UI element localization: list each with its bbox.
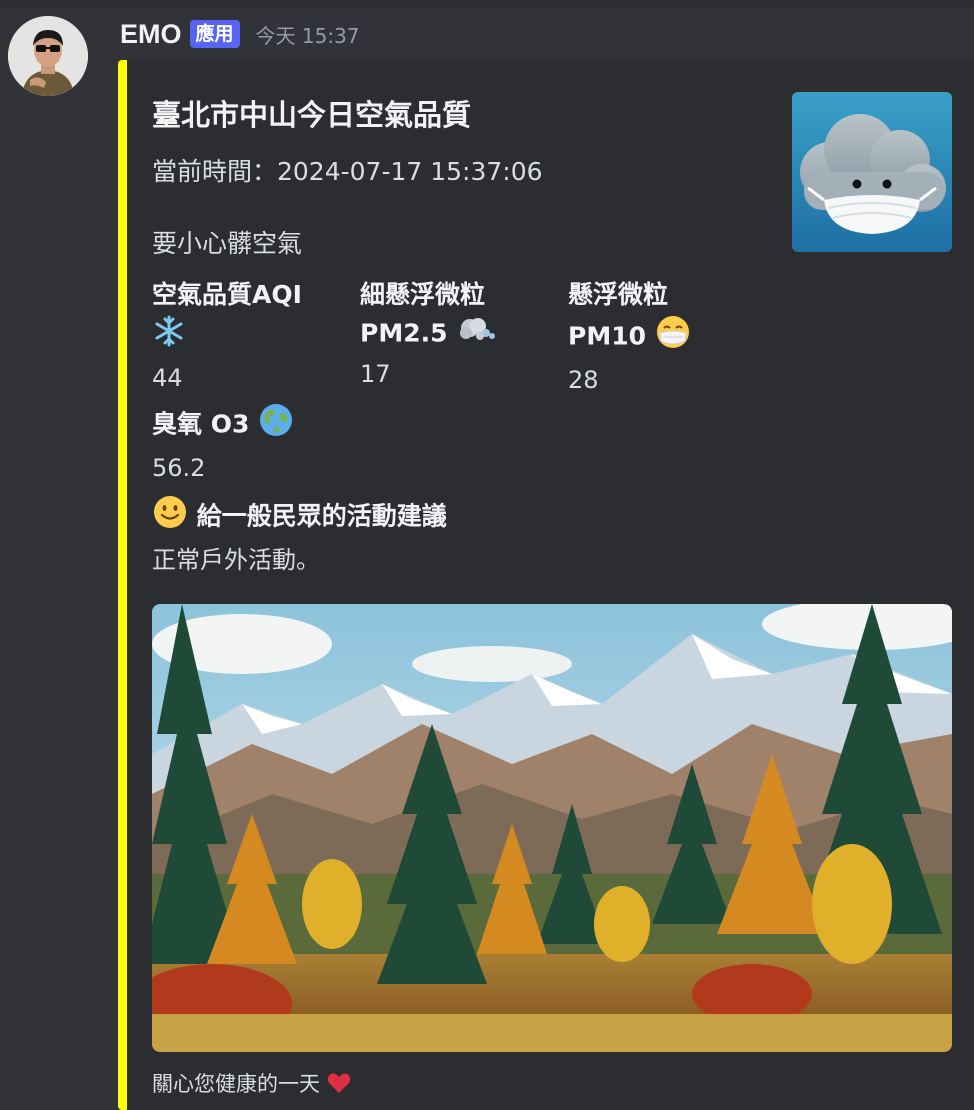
field-o3-name: 臭氧 O3 [152,409,250,439]
masked-cloud-icon[interactable] [792,92,952,252]
field-pm25-name-row: PM2.5 [360,314,496,355]
message-timestamp[interactable]: 今天 15:37 [256,20,360,49]
username[interactable]: EMO [120,19,182,50]
embed-current-time: 當前時間：2024-07-17 15:37:06 [152,157,543,186]
avatar[interactable] [8,16,88,96]
embed-accent-bar [118,60,127,1110]
field-pm10-name-line2: PM10 [568,321,646,351]
field-pm25-name-line1: 細懸浮微粒 [360,280,486,309]
heart-icon [327,1072,351,1099]
message-header: EMO 應用 今天 15:37 [120,14,360,54]
field-pm10-name-line1: 懸浮微粒 [568,280,669,309]
field-aqi-icon-row [152,314,302,359]
embed-card: 臺北市中山今日空氣品質 當前時間：2024-07-17 15:37:06 要小心… [118,60,974,1110]
field-aqi-value: 44 [152,364,183,392]
embed-title: 臺北市中山今日空氣品質 [152,98,472,132]
field-pm10: 懸浮微粒 PM10 28 [568,276,691,399]
embed-description: 要小心髒空氣 [152,229,303,258]
snowflake-icon [152,314,186,359]
field-advice-name-row: 給一般民眾的活動建議 [152,494,447,541]
field-pm25-value: 17 [360,360,391,388]
smile-face-icon [152,494,188,541]
mountain-forest-image[interactable] [152,604,952,1052]
field-pm25-name-line2: PM2.5 [360,318,448,348]
field-aqi-name: 空氣品質AQI [152,280,302,309]
field-o3: 臭氧 O3 56.2 [152,402,294,487]
field-advice: 給一般民眾的活動建議 正常戶外活動。 [152,494,447,579]
field-o3-name-row: 臭氧 O3 [152,402,294,449]
field-aqi: 空氣品質AQI 44 [152,276,302,397]
embed-footer: 關心您健康的一天 [152,1068,351,1099]
dash-icon [456,314,496,355]
field-pm10-name-row: PM10 [568,314,691,361]
top-divider [0,0,974,8]
field-advice-name: 給一般民眾的活動建議 [196,501,447,531]
globe-icon [258,402,294,449]
field-pm10-value: 28 [568,366,599,394]
field-pm25: 細懸浮微粒 PM2.5 17 [360,276,496,393]
footer-text: 關心您健康的一天 [152,1072,320,1096]
field-advice-value: 正常戶外活動。 [152,546,320,574]
mask-face-icon [655,314,691,361]
field-o3-value: 56.2 [152,454,206,482]
app-badge: 應用 [189,20,240,48]
